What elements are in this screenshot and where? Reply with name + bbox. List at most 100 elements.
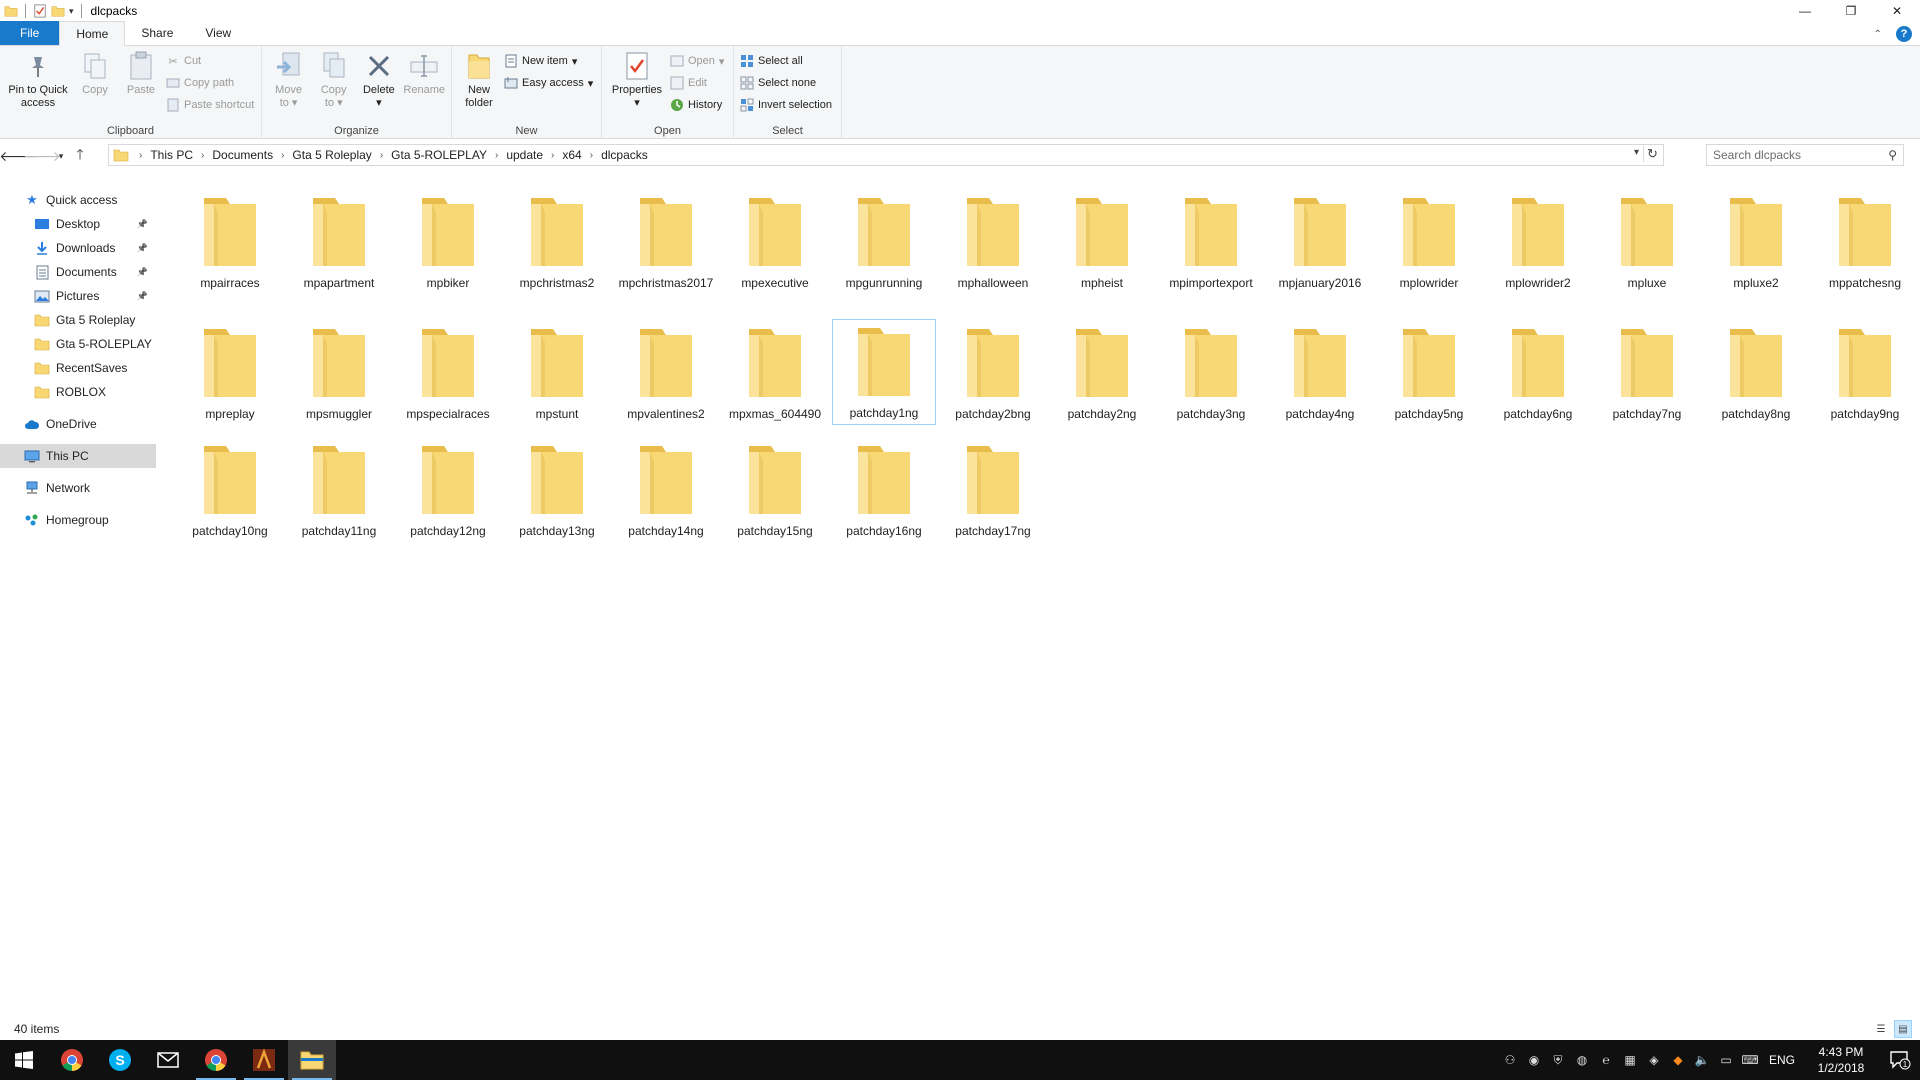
nav-item-documents[interactable]: Documents 📌 <box>0 260 156 284</box>
nav-item-pictures[interactable]: Pictures 📌 <box>0 284 156 308</box>
new-item-button[interactable]: New item ▾ <box>504 52 593 70</box>
folder-item[interactable]: mpchristmas2017 <box>614 190 718 306</box>
folder-item[interactable]: mpairraces <box>178 190 282 306</box>
nav-item-recentsaves[interactable]: RecentSaves <box>0 356 156 380</box>
folder-item[interactable]: patchday17ng <box>941 438 1045 554</box>
nav-item-roblox[interactable]: ROBLOX <box>0 380 156 404</box>
recent-locations-chevron-icon[interactable]: ▾ <box>54 144 68 168</box>
folder-item[interactable]: patchday12ng <box>396 438 500 554</box>
breadcrumb-item[interactable]: This PC <box>150 148 193 162</box>
address-dropdown-chevron-icon[interactable]: ▾ <box>1634 147 1639 158</box>
taskbar-chrome[interactable] <box>48 1040 96 1080</box>
folder-item[interactable]: mpsmuggler <box>287 321 391 437</box>
nav-item-gta-5-roleplay[interactable]: Gta 5-ROLEPLAY <box>0 332 156 356</box>
start-button[interactable] <box>0 1040 48 1080</box>
nav-quick-access[interactable]: ★ Quick access <box>0 188 156 212</box>
large-icons-view-button[interactable]: ▤ <box>1894 1020 1912 1038</box>
folder-item[interactable]: patchday6ng <box>1486 321 1590 437</box>
chevron-right-icon[interactable]: › <box>139 150 142 161</box>
taskbar-skype[interactable]: S <box>96 1040 144 1080</box>
folder-item[interactable]: patchday2ng <box>1050 321 1154 437</box>
copy-path-button[interactable]: Copy path <box>166 74 254 92</box>
steam-icon[interactable]: ◉ <box>1522 1040 1546 1080</box>
properties-icon[interactable] <box>33 4 47 18</box>
chevron-right-icon[interactable]: › <box>281 150 284 161</box>
paste-shortcut-button[interactable]: Paste shortcut <box>166 96 254 114</box>
nav-this-pc[interactable]: This PC <box>0 444 156 468</box>
customize-qat-chevron-icon[interactable]: ▾ <box>69 6 74 17</box>
maximize-button[interactable]: ❐ <box>1828 0 1874 22</box>
folder-item[interactable]: patchday8ng <box>1704 321 1808 437</box>
folder-icon[interactable] <box>4 4 18 18</box>
sync-icon[interactable]: ◍ <box>1570 1040 1594 1080</box>
folder-item[interactable]: patchday9ng <box>1813 321 1917 437</box>
nav-item-desktop[interactable]: Desktop 📌 <box>0 212 156 236</box>
details-view-button[interactable]: ☰ <box>1872 1020 1890 1038</box>
breadcrumb-item[interactable]: Gta 5 Roleplay <box>292 148 371 162</box>
address-bar[interactable]: › This PC › Documents › Gta 5 Roleplay › Gta 5… <box>108 144 1664 166</box>
close-button[interactable]: ✕ <box>1874 0 1920 22</box>
action-center-button[interactable]: 1 <box>1880 1040 1920 1080</box>
folder-item[interactable]: mpvalentines2 <box>614 321 718 437</box>
folder-item[interactable]: mpxmas_604490 <box>723 321 827 437</box>
folder-item[interactable]: mpapartment <box>287 190 391 306</box>
breadcrumb-item[interactable]: Gta 5-ROLEPLAY <box>391 148 487 162</box>
folder-item[interactable]: mpluxe2 <box>1704 190 1808 306</box>
refresh-icon[interactable]: ↻ <box>1643 146 1661 162</box>
tab-file[interactable]: File <box>0 21 60 45</box>
folder-item[interactable]: mpimportexport <box>1159 190 1263 306</box>
folder-item[interactable]: mplowrider <box>1377 190 1481 306</box>
folder-item[interactable]: patchday7ng <box>1595 321 1699 437</box>
nav-item-downloads[interactable]: Downloads 📌 <box>0 236 156 260</box>
nav-homegroup[interactable]: Homegroup <box>0 508 156 532</box>
folder-item[interactable]: mpstunt <box>505 321 609 437</box>
invert-selection-button[interactable]: Invert selection <box>740 96 832 114</box>
new-folder-icon[interactable] <box>51 4 65 18</box>
minimize-button[interactable]: — <box>1782 0 1828 22</box>
taskbar-chrome-window[interactable] <box>192 1040 240 1080</box>
folder-item[interactable]: patchday16ng <box>832 438 936 554</box>
app-tray-icon[interactable]: ▦ <box>1618 1040 1642 1080</box>
firefox-icon[interactable]: ◆ <box>1666 1040 1690 1080</box>
folder-item[interactable]: patchday13ng <box>505 438 609 554</box>
folder-item[interactable]: mpreplay <box>178 321 282 437</box>
shield-icon[interactable]: ⛨ <box>1546 1040 1570 1080</box>
folder-item[interactable]: mpluxe <box>1595 190 1699 306</box>
taskbar-file-explorer[interactable] <box>288 1040 336 1080</box>
folder-item[interactable]: mpspecialraces <box>396 321 500 437</box>
easy-access-button[interactable]: Easy access ▾ <box>504 74 593 92</box>
folder-item[interactable]: mpchristmas2 <box>505 190 609 306</box>
folder-item[interactable]: mppatchesng <box>1813 190 1917 306</box>
folder-item[interactable]: patchday14ng <box>614 438 718 554</box>
folder-item[interactable]: patchday4ng <box>1268 321 1372 437</box>
chevron-right-icon[interactable]: › <box>551 150 554 161</box>
taskbar-game[interactable] <box>240 1040 288 1080</box>
nav-network[interactable]: Network <box>0 476 156 500</box>
network-tray-icon[interactable]: ▭ <box>1714 1040 1738 1080</box>
folder-item[interactable]: patchday3ng <box>1159 321 1263 437</box>
folder-item[interactable]: mpexecutive <box>723 190 827 306</box>
forward-button[interactable]: 🡒 <box>23 144 61 168</box>
tab-share[interactable]: Share <box>125 21 189 45</box>
tab-view[interactable]: View <box>189 21 247 45</box>
folder-item[interactable]: patchday2bng <box>941 321 1045 437</box>
folder-item[interactable]: mpjanuary2016 <box>1268 190 1372 306</box>
help-icon[interactable]: ? <box>1896 26 1912 42</box>
breadcrumb-item[interactable]: update <box>506 148 543 162</box>
breadcrumb-item[interactable]: x64 <box>562 148 581 162</box>
collapse-ribbon-chevron-icon[interactable]: ⌃ <box>1874 29 1882 40</box>
edit-button[interactable]: Edit <box>670 74 724 92</box>
folder-item[interactable]: mpbiker <box>396 190 500 306</box>
keyboard-icon[interactable]: ⌨ <box>1738 1040 1762 1080</box>
cut-button[interactable]: ✂ Cut <box>166 52 254 70</box>
open-button[interactable]: Open ▾ <box>670 52 724 70</box>
breadcrumb-item[interactable]: Documents <box>212 148 273 162</box>
nav-onedrive[interactable]: OneDrive <box>0 412 156 436</box>
chevron-right-icon[interactable]: › <box>590 150 593 161</box>
volume-icon[interactable]: 🔈 <box>1690 1040 1714 1080</box>
chevron-right-icon[interactable]: › <box>495 150 498 161</box>
up-button[interactable]: 🡑 <box>68 144 92 168</box>
people-icon[interactable]: ⚇ <box>1498 1040 1522 1080</box>
folder-item[interactable]: mpgunrunning <box>832 190 936 306</box>
gamepad-icon[interactable]: ◈ <box>1642 1040 1666 1080</box>
